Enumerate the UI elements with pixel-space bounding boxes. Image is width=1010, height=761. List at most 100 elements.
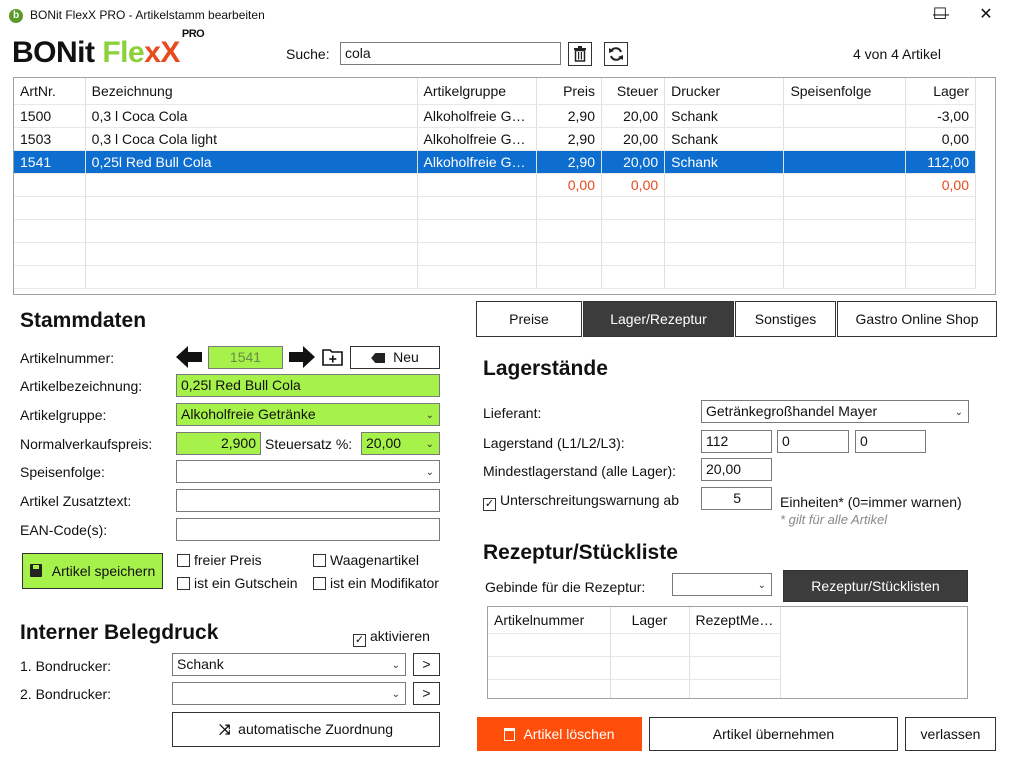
warnung-field[interactable]: 5 — [701, 487, 772, 510]
bezeichnung-field[interactable]: 0,25l Red Bull Cola — [176, 374, 440, 397]
zusatztext-field[interactable] — [176, 489, 440, 512]
cell: 0,25l Red Bull Cola — [85, 150, 418, 174]
tab-lager-rezeptur[interactable]: Lager/Rezeptur — [583, 301, 734, 337]
zusatztext-label: Artikel Zusatztext: — [20, 493, 132, 509]
mindest-field[interactable]: 20,00 — [701, 458, 772, 481]
steuer-label: Steuersatz %: — [265, 436, 353, 452]
freier-preis-checkbox[interactable]: freier Preis — [177, 552, 262, 568]
gruppe-label: Artikelgruppe: — [20, 407, 107, 423]
einheiten-note: * gilt für alle Artikel — [780, 512, 888, 527]
close-icon[interactable]: ✕ — [963, 0, 1009, 32]
title-bar: b BONit FlexX PRO - Artikelstamm bearbei… — [0, 0, 1010, 32]
neu-button-label: Neu — [393, 349, 419, 365]
gruppe-select[interactable]: Alkoholfreie Getränke ⌄ — [176, 403, 440, 426]
rezeptur-table[interactable]: Artikelnummer Lager RezeptMen... — [487, 606, 968, 699]
search-input[interactable]: cola — [340, 42, 561, 65]
trash-icon[interactable] — [568, 42, 592, 66]
cell: 1541 — [14, 150, 86, 174]
cell: 0,00 — [601, 173, 666, 197]
save-button[interactable]: Artikel speichern — [22, 553, 163, 589]
tab-sonstiges[interactable]: Sonstiges — [735, 301, 836, 337]
column-header[interactable]: Lager — [610, 607, 690, 634]
warnung-label: Unterschreitungswarnung ab — [500, 492, 679, 508]
empty-row — [14, 196, 977, 220]
empty-row — [488, 679, 781, 698]
cell: 0,3 l Coca Cola — [85, 104, 418, 128]
cell: 0,00 — [905, 127, 977, 151]
table-row-selected[interactable]: 1541 0,25l Red Bull Cola Alkoholfreie Ge… — [14, 150, 977, 174]
lieferant-select[interactable]: Getränkegroßhandel Mayer ⌄ — [701, 400, 969, 423]
cell — [783, 150, 906, 174]
cell: 112,00 — [905, 150, 977, 174]
empty-row — [488, 633, 781, 657]
mindest-label: Mindestlagerstand (alle Lager): — [483, 463, 676, 479]
search-label: Suche: — [286, 46, 330, 62]
cell — [14, 173, 86, 197]
column-header[interactable]: Artikelgruppe — [417, 78, 537, 105]
warnung-checkbox[interactable]: ✓ Unterschreitungswarnung ab — [483, 492, 679, 511]
save-button-label: Artikel speichern — [51, 563, 156, 579]
rezeptur-button[interactable]: Rezeptur/Stücklisten — [783, 570, 968, 602]
speisenfolge-select[interactable]: ⌄ — [176, 460, 440, 483]
chevron-down-icon: ⌄ — [425, 410, 434, 421]
column-header[interactable]: Bezeichnung — [85, 78, 418, 105]
drucker1-value: Schank — [177, 656, 224, 672]
steuer-select[interactable]: 20,00 ⌄ — [361, 432, 440, 455]
preis-field[interactable]: 2,900 — [176, 432, 261, 455]
cell: Alkoholfreie Getränke — [417, 127, 537, 151]
drucker2-more-button[interactable]: > — [413, 682, 440, 705]
lager-l2-field[interactable]: 0 — [777, 430, 849, 453]
refresh-icon[interactable] — [604, 42, 628, 66]
auto-zuordnung-button[interactable]: ⤨ automatische Zuordnung — [172, 712, 440, 747]
aktivieren-checkbox[interactable]: ✓ aktivieren — [353, 628, 430, 647]
ean-field[interactable] — [176, 518, 440, 541]
drucker2-select[interactable]: ⌄ — [172, 682, 406, 705]
neu-button[interactable]: Neu — [350, 346, 440, 369]
column-header[interactable]: RezeptMen... — [689, 607, 781, 634]
cell: 1503 — [14, 127, 86, 151]
maximize-icon[interactable]: ☐ — [917, 0, 963, 32]
arrow-left-icon[interactable] — [176, 346, 202, 368]
drucker2-label: 2. Bondrucker: — [20, 686, 112, 702]
lager-l1-field[interactable]: 112 — [701, 430, 772, 453]
drucker1-more-button[interactable]: > — [413, 653, 440, 676]
gutschein-checkbox[interactable]: ist ein Gutschein — [177, 575, 298, 591]
chevron-down-icon: ⌄ — [757, 580, 766, 591]
lager-l3-field[interactable]: 0 — [855, 430, 926, 453]
empty-row — [14, 219, 977, 243]
gebinde-select[interactable]: ⌄ — [672, 573, 772, 596]
empty-row — [14, 265, 977, 289]
chevron-down-icon: ⌄ — [425, 439, 434, 450]
column-header[interactable]: Steuer — [601, 78, 666, 105]
cell: Schank — [664, 104, 785, 128]
stammdaten-title: Stammdaten — [20, 309, 147, 332]
exit-button[interactable]: verlassen — [905, 717, 996, 751]
new-folder-icon[interactable] — [322, 347, 344, 367]
arrow-right-icon[interactable] — [289, 346, 315, 368]
table-row[interactable]: 1503 0,3 l Coca Cola light Alkoholfreie … — [14, 127, 977, 151]
delete-button[interactable]: Artikel löschen — [477, 717, 642, 751]
tab-gastro-online-shop[interactable]: Gastro Online Shop — [837, 301, 997, 337]
shuffle-icon: ⤨ — [218, 721, 231, 737]
tab-preise[interactable]: Preise — [476, 301, 582, 337]
waagenartikel-checkbox[interactable]: Waagenartikel — [313, 552, 419, 568]
chevron-down-icon: ⌄ — [954, 407, 963, 418]
empty-row — [488, 656, 781, 680]
cell — [417, 173, 537, 197]
modifikator-checkbox[interactable]: ist ein Modifikator — [313, 575, 439, 591]
chevron-down-icon: ⌄ — [391, 660, 400, 671]
column-header[interactable]: Preis — [536, 78, 602, 105]
cell: Schank — [664, 150, 785, 174]
lieferant-label: Lieferant: — [483, 405, 542, 421]
column-header[interactable]: Drucker — [664, 78, 785, 105]
column-header[interactable]: ArtNr. — [14, 78, 86, 105]
article-table[interactable]: ArtNr. Bezeichnung Artikelgruppe Preis S… — [13, 77, 996, 295]
column-header[interactable]: Speisenfolge — [783, 78, 906, 105]
column-header[interactable]: Lager — [905, 78, 977, 105]
table-row[interactable]: 1500 0,3 l Coca Cola Alkoholfreie Geträn… — [14, 104, 977, 128]
column-header[interactable]: Artikelnummer — [488, 607, 611, 634]
apply-button[interactable]: Artikel übernehmen — [649, 717, 898, 751]
cell: Alkoholfreie Getränke — [417, 104, 537, 128]
einheiten-label: Einheiten* (0=immer warnen) — [780, 494, 962, 510]
drucker1-select[interactable]: Schank ⌄ — [172, 653, 406, 676]
